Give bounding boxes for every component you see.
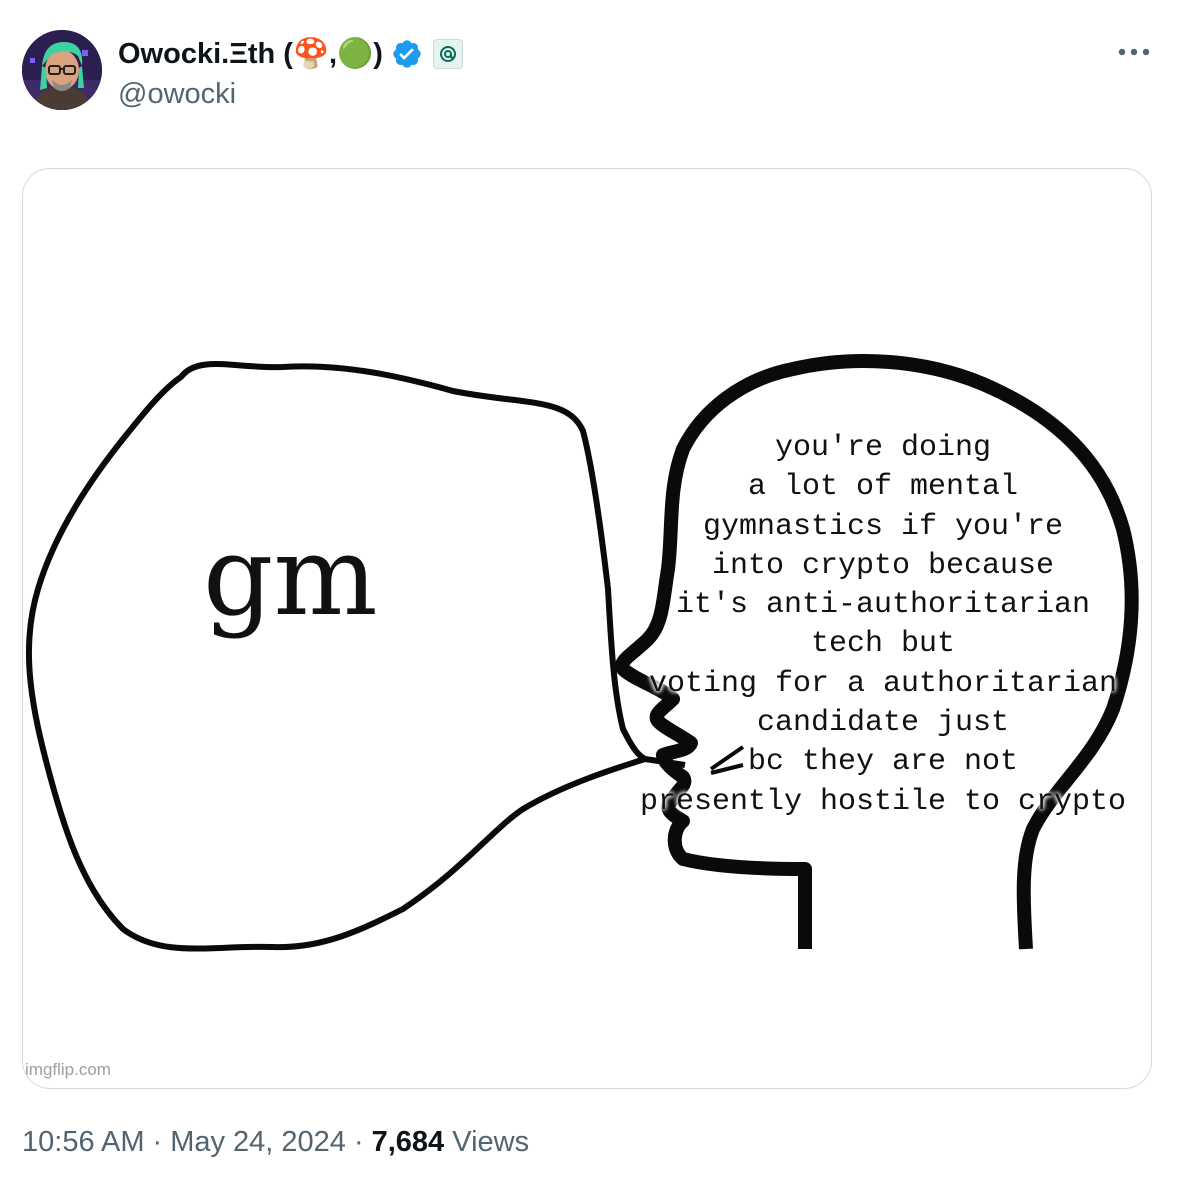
more-options-button[interactable] [1114,38,1154,66]
meta-separator: · [152,1126,163,1158]
views-count: 7,684 [371,1126,445,1158]
meta-separator: · [353,1126,364,1158]
tweet-media-image[interactable]: gm you're doing a lot of mental gymnasti… [22,168,1152,1089]
tweet-meta: 10:56 AM · May 24, 2024 · 7,684 Views [22,1126,529,1159]
speech-bubble-shape [25,361,648,952]
speech-bubble-text: gm [203,512,378,640]
more-horizontal-icon [1118,48,1150,56]
author-display-name[interactable]: Owocki.Ξth (🍄,🟢) [118,37,383,71]
views-label: Views [452,1126,530,1158]
author-handle[interactable]: @owocki [118,78,463,111]
avatar-cartoon-icon [22,30,102,110]
affiliate-badge-icon[interactable] [432,39,463,69]
tweet-date[interactable]: May 24, 2024 [170,1126,346,1158]
thought-text: you're doing a lot of mental gymnastics … [639,431,1127,819]
tweet-time[interactable]: 10:56 AM [22,1126,145,1158]
author-avatar[interactable] [22,30,102,110]
image-watermark: imgflip.com [25,1060,111,1079]
tweet-header: Owocki.Ξth (🍄,🟢) @owocki [118,34,463,111]
verified-badge-icon[interactable] [391,38,423,70]
author-name-row: Owocki.Ξth (🍄,🟢) [118,34,463,74]
